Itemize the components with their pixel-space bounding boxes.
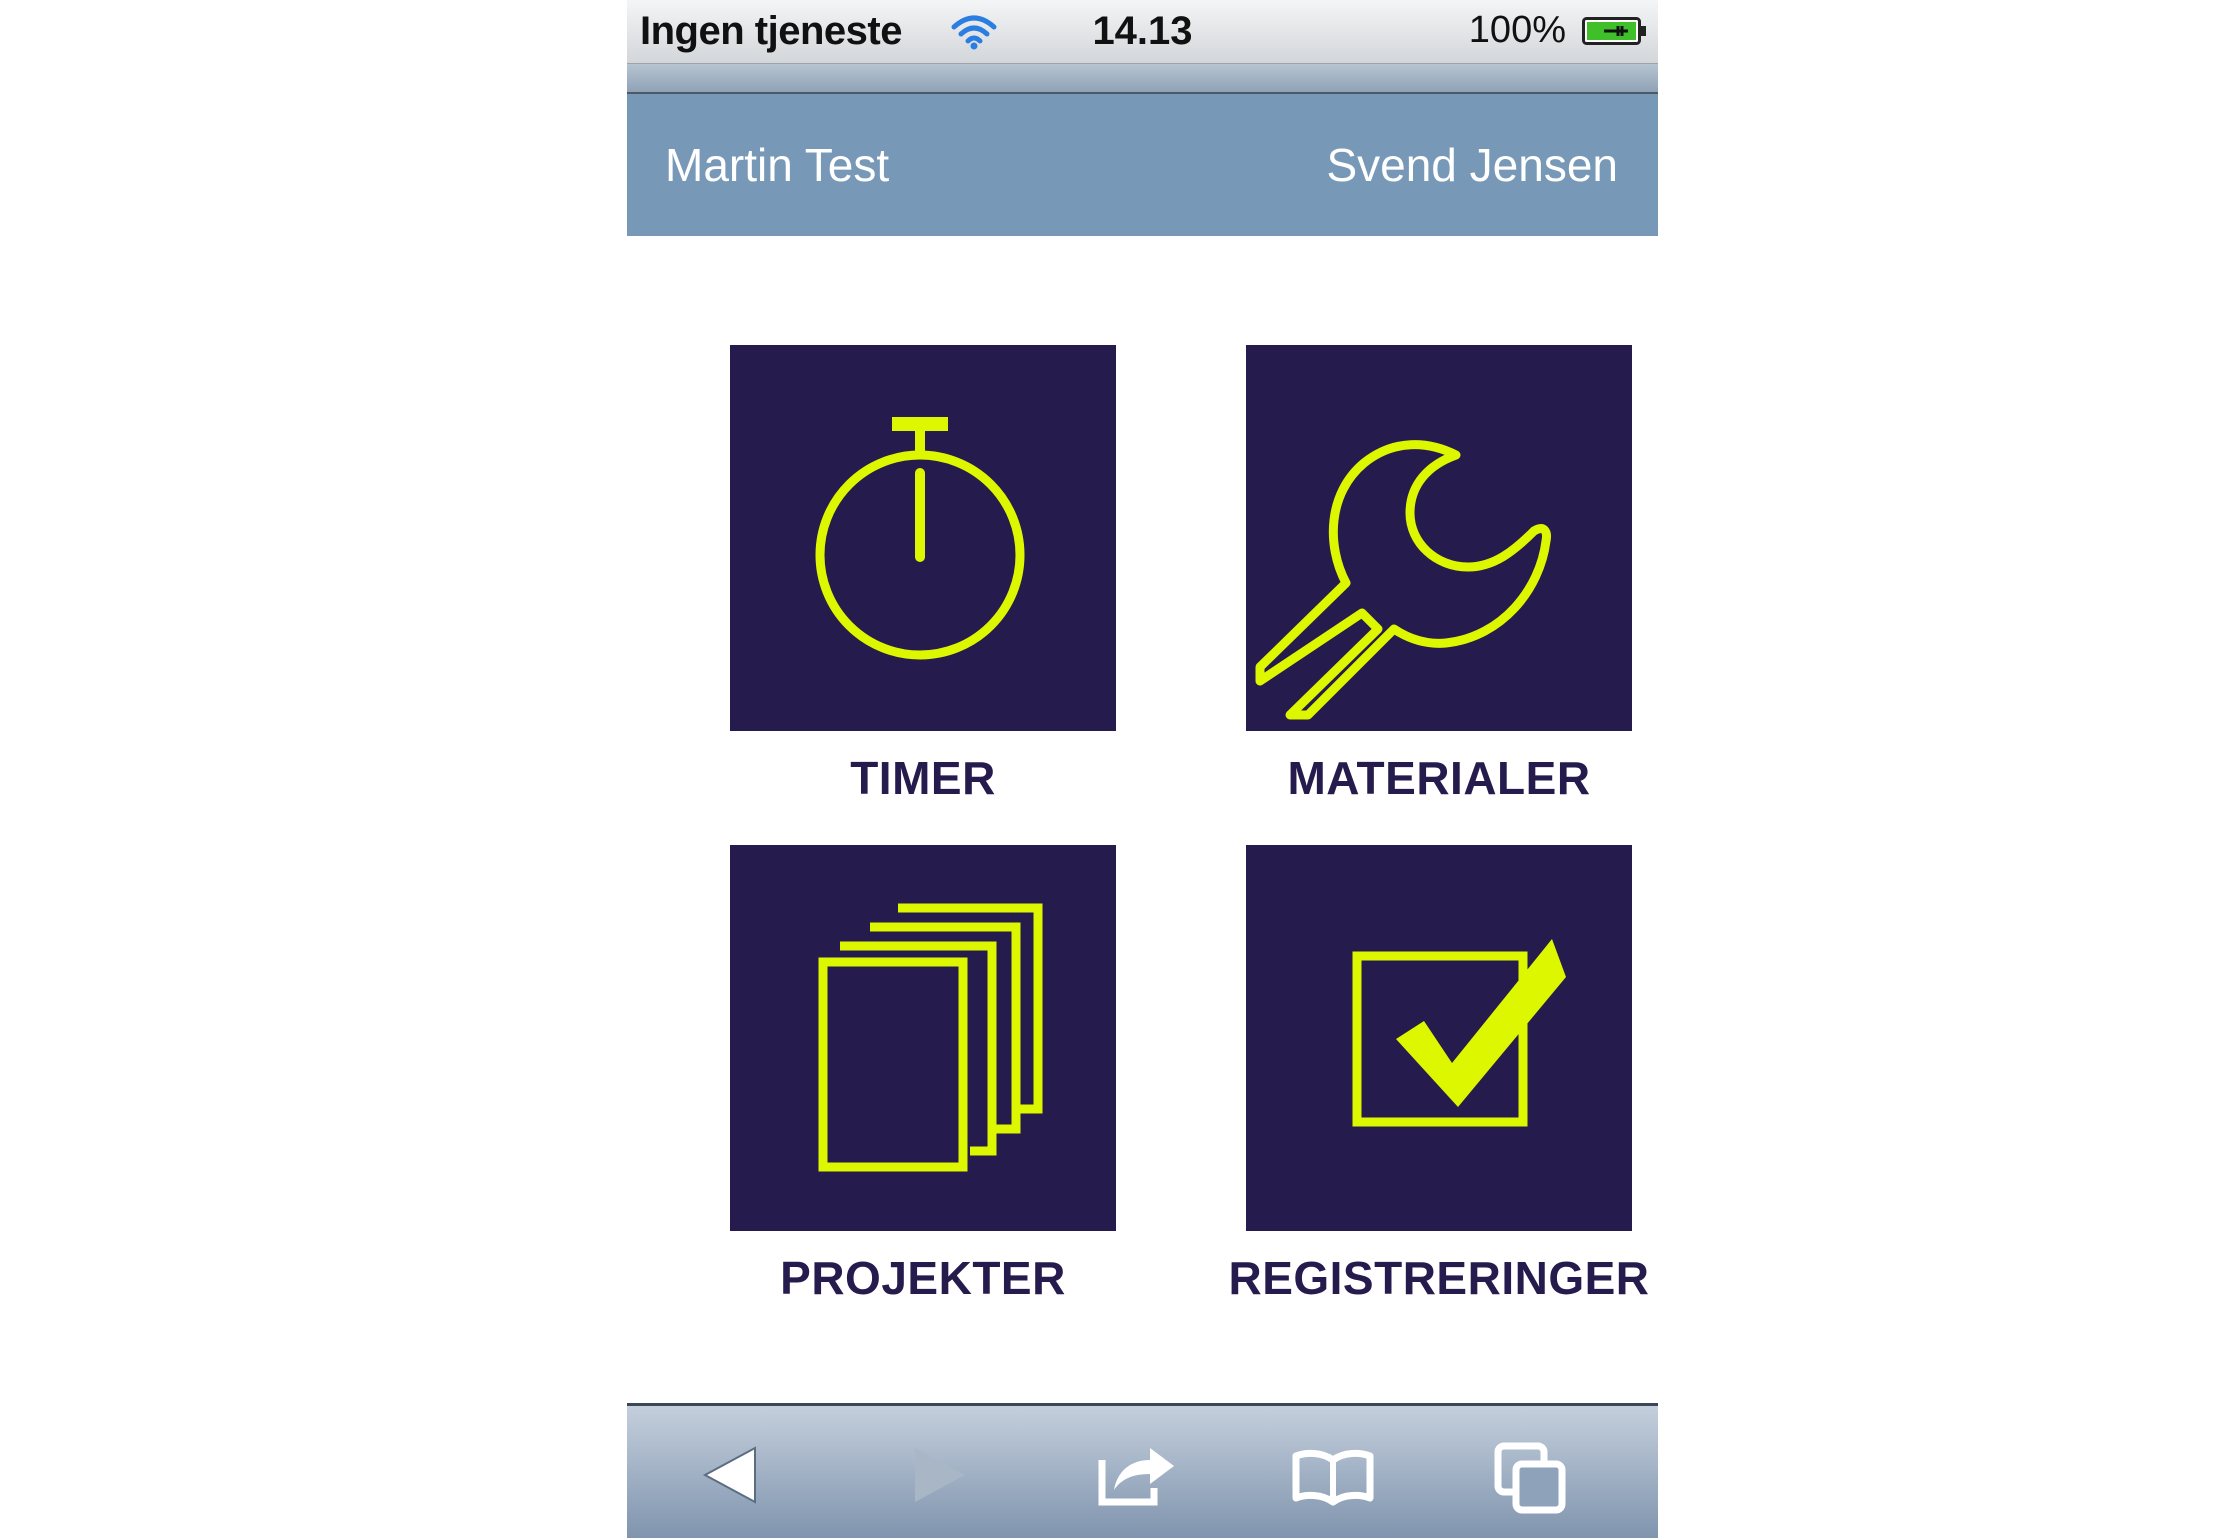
share-button[interactable]: [1092, 1430, 1182, 1520]
battery-charging-icon: [1582, 17, 1646, 45]
forward-arrow-icon: [915, 1448, 965, 1502]
customer-name[interactable]: Svend Jensen: [1326, 138, 1618, 192]
tabs-button[interactable]: [1486, 1430, 1576, 1520]
stopwatch-icon: [815, 417, 1025, 660]
materialer-tile-icon[interactable]: [1246, 345, 1632, 731]
timer-tile-icon[interactable]: [730, 345, 1116, 731]
materialer-tile[interactable]: MATERIALER: [1224, 345, 1654, 805]
registreringer-tile[interactable]: REGISTRERINGER: [1224, 845, 1654, 1305]
share-icon: [1098, 1448, 1174, 1506]
forward-button[interactable]: [893, 1430, 983, 1520]
registreringer-tile-icon[interactable]: [1246, 845, 1632, 1231]
wrench-icon: [1255, 440, 1551, 720]
battery-percent: 100%: [1468, 9, 1566, 51]
timer-tile[interactable]: TIMER: [708, 345, 1138, 805]
documents-icon: [818, 903, 1043, 1172]
projekter-tile[interactable]: PROJEKTER: [708, 845, 1138, 1305]
status-bar: Ingen tjeneste 14.13 100%: [627, 0, 1658, 64]
user-name: Martin Test: [665, 139, 890, 191]
projekter-tile-icon[interactable]: [730, 845, 1116, 1231]
bookmarks-icon: [1292, 1449, 1374, 1506]
bookmarks-button[interactable]: [1288, 1430, 1378, 1520]
checkbox-icon: [1352, 939, 1566, 1127]
projekter-label: PROJEKTER: [780, 1252, 1066, 1304]
app-header: Martin Test Svend Jensen: [627, 94, 1658, 236]
registreringer-label: REGISTRERINGER: [1228, 1252, 1650, 1304]
tabs-icon: [1494, 1442, 1566, 1514]
phone-screen: Ingen tjeneste 14.13 100% Martin Test Sv…: [627, 0, 1658, 1538]
back-button[interactable]: [687, 1430, 777, 1520]
back-arrow-icon: [702, 1446, 756, 1504]
materialer-label: MATERIALER: [1287, 752, 1591, 804]
browser-toolbar: [627, 1403, 1658, 1538]
browser-address-strip: [627, 64, 1658, 94]
timer-label: TIMER: [850, 752, 996, 804]
